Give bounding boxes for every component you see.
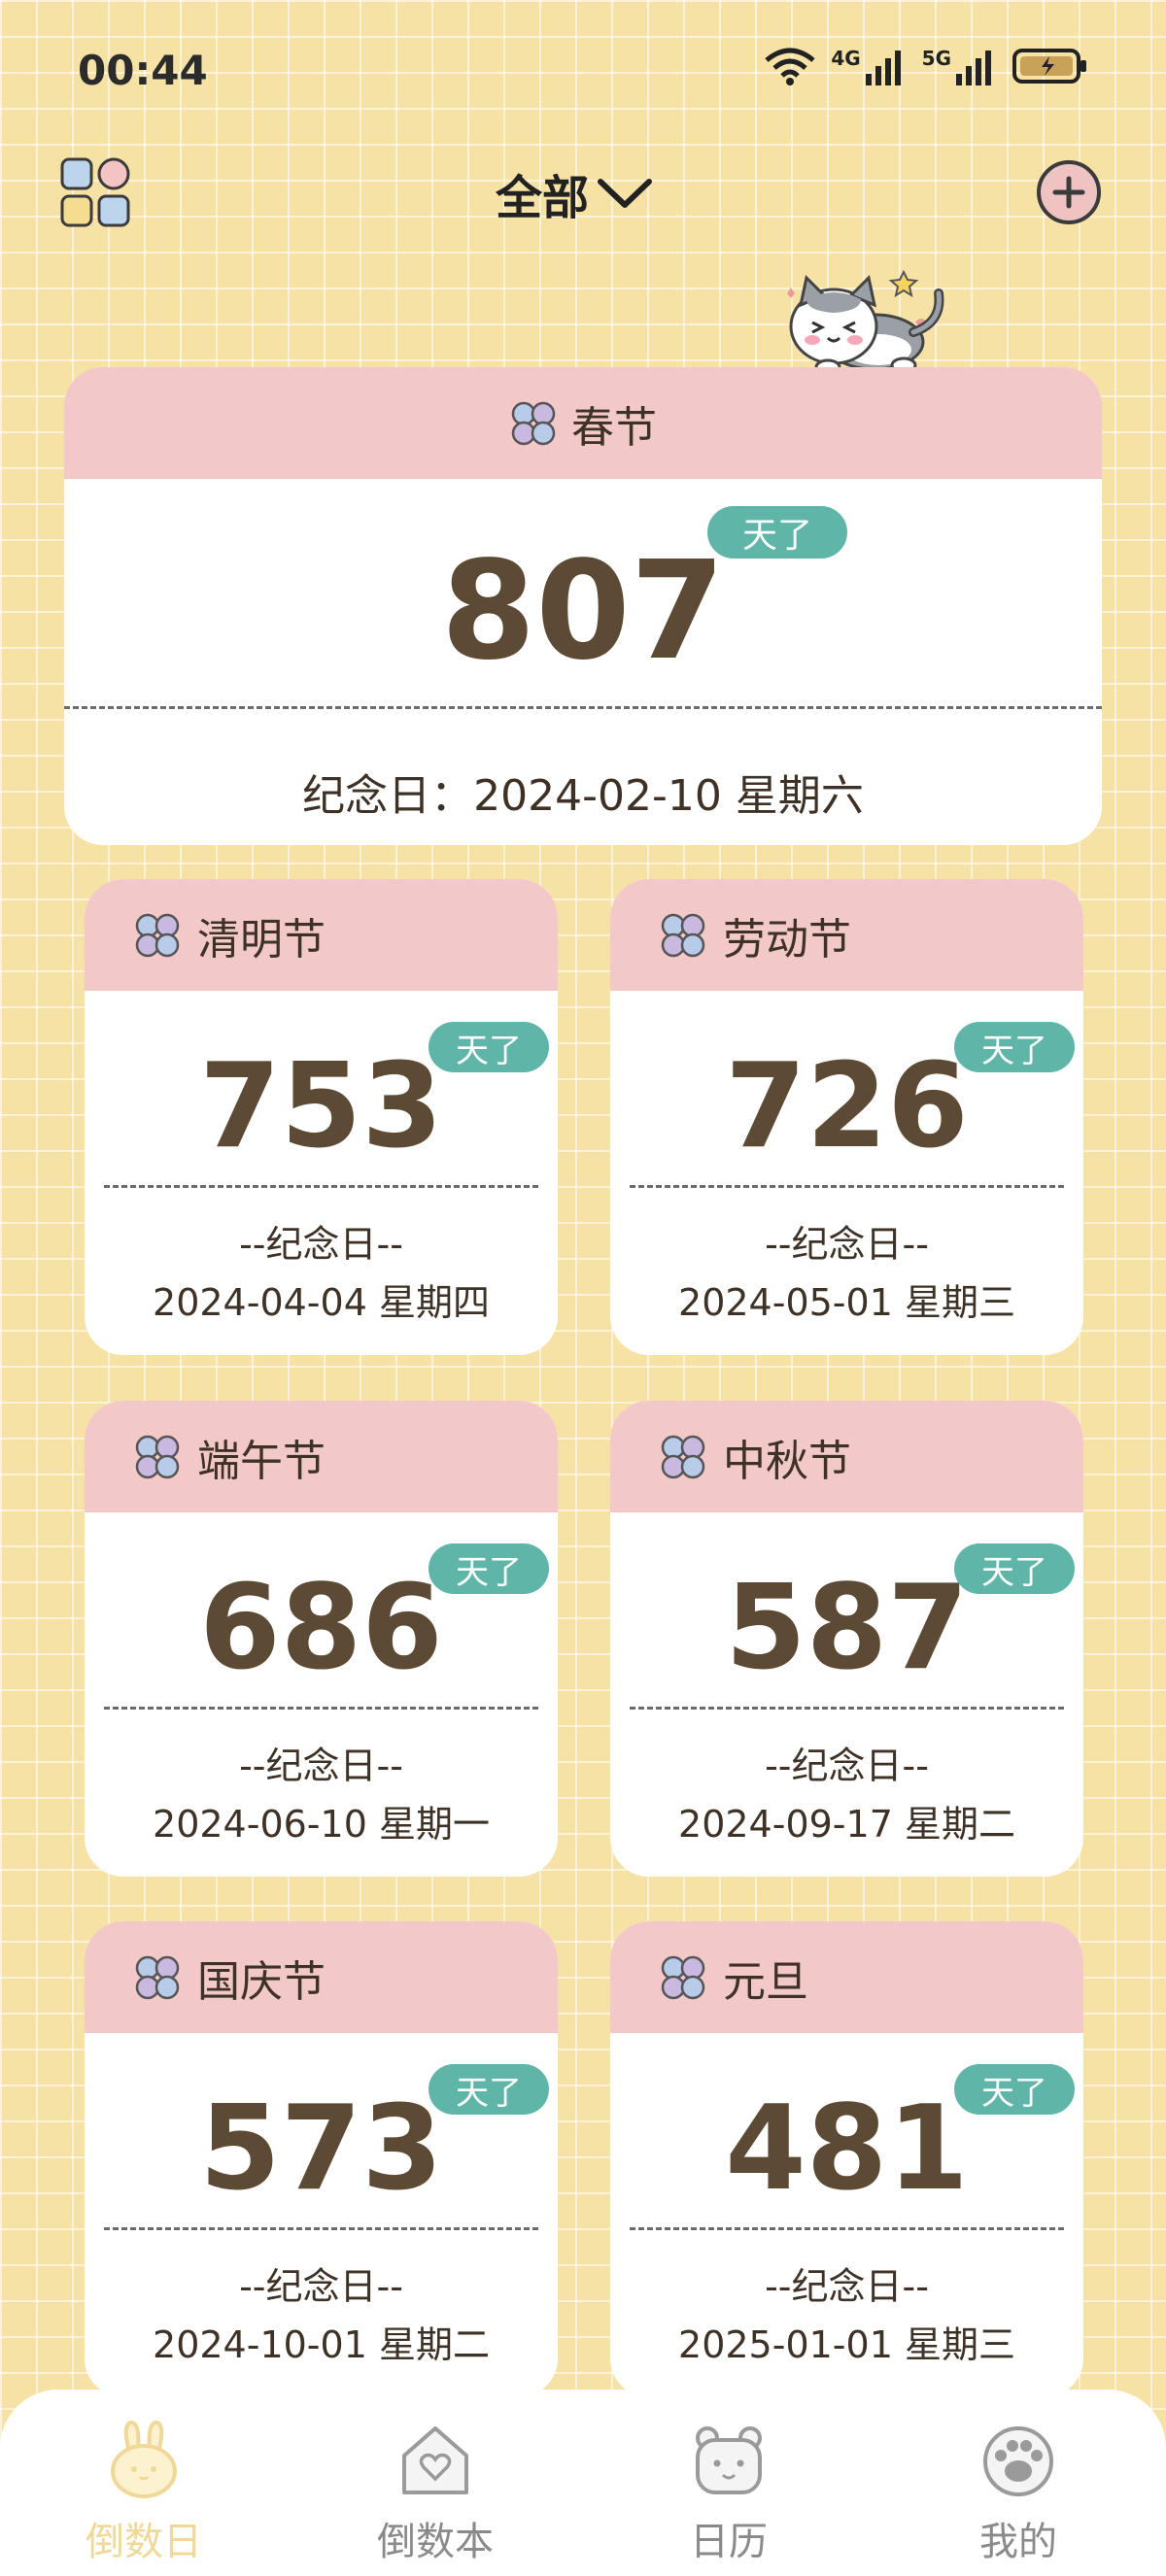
plus-icon xyxy=(1037,160,1101,224)
event-card[interactable]: 元旦 481 天了 --纪念日-- 2025-01-01 星期三 xyxy=(610,1921,1083,2397)
status-time: 00:44 xyxy=(78,47,208,94)
days-unit-badge: 天了 xyxy=(954,1543,1075,1594)
memo-date: 2024-05-01 星期三 xyxy=(678,1281,1015,1324)
wifi-icon xyxy=(765,48,815,85)
add-event-button[interactable] xyxy=(1036,159,1102,225)
event-name: 清明节 xyxy=(197,914,326,965)
days-unit-badge: 天了 xyxy=(429,1022,549,1072)
memo-date: 2024-06-10 星期一 xyxy=(153,1803,490,1846)
days-unit-badge: 天了 xyxy=(429,1543,549,1594)
clover-icon xyxy=(135,913,180,957)
chevron-down-icon xyxy=(598,179,653,208)
memo-date: 2025-01-01 星期三 xyxy=(678,2323,1015,2366)
grid-icon xyxy=(60,157,130,227)
category-grid-button[interactable] xyxy=(58,155,132,229)
event-card[interactable]: 中秋节 587 天了 --纪念日-- 2024-09-17 星期二 xyxy=(610,1401,1083,1877)
clover-icon xyxy=(661,913,705,957)
nav-label: 我的 xyxy=(979,2520,1057,2564)
signal-4g-label: 4G xyxy=(831,47,861,70)
event-card[interactable]: 清明节 753 天了 --纪念日-- 2024-04-04 星期四 xyxy=(85,879,558,1355)
status-bar: 00:44 4G 5G xyxy=(0,0,1166,146)
clover-icon xyxy=(661,1435,705,1478)
clover-icon xyxy=(135,1435,180,1478)
event-card-header: 中秋节 xyxy=(610,1401,1083,1512)
days-unit-badge: 天了 xyxy=(429,2064,549,2115)
memo-label: --纪念日-- xyxy=(239,1223,403,1266)
featured-event-name: 春节 xyxy=(571,402,657,453)
event-name: 国庆节 xyxy=(197,1956,326,2007)
house-heart-icon xyxy=(402,2426,468,2494)
nav-item-profile[interactable]: 我的 xyxy=(921,2419,1115,2566)
event-name: 中秋节 xyxy=(723,1436,851,1486)
memo-date: 2024-09-17 星期二 xyxy=(678,1803,1015,1846)
event-card[interactable]: 劳动节 726 天了 --纪念日-- 2024-05-01 星期三 xyxy=(610,879,1083,1355)
category-title: 全部 xyxy=(496,171,590,225)
event-card-header: 国庆节 xyxy=(85,1921,558,2033)
bunny-icon xyxy=(111,2420,177,2498)
featured-event-header: 春节 xyxy=(64,367,1102,479)
nav-item-countdown[interactable]: 倒数日 xyxy=(47,2419,241,2566)
top-bar: 全部 xyxy=(0,146,1166,243)
memo-date: 2024-10-01 星期二 xyxy=(153,2323,490,2366)
memo-label: --纪念日-- xyxy=(765,2265,929,2308)
divider xyxy=(104,2227,538,2230)
nav-item-calendar[interactable]: 日历 xyxy=(632,2419,826,2566)
featured-days-unit-badge: 天了 xyxy=(707,506,847,559)
memo-date: 2024-04-04 星期四 xyxy=(153,1281,490,1324)
featured-event-card[interactable]: 春节 807 天了 纪念日：2024-02-10 星期六 xyxy=(64,367,1102,845)
memo-label: --纪念日-- xyxy=(239,1745,403,1787)
days-unit-badge: 天了 xyxy=(954,2064,1075,2115)
bottom-nav: 倒数日 倒数本 日历 我的 xyxy=(0,2390,1166,2576)
nav-label: 日历 xyxy=(690,2520,768,2564)
memo-label: --纪念日-- xyxy=(765,1223,929,1266)
days-unit-badge: 天了 xyxy=(954,1022,1075,1072)
category-dropdown[interactable]: 全部 xyxy=(496,159,655,227)
paw-icon xyxy=(983,2426,1053,2496)
nav-label: 倒数本 xyxy=(377,2520,494,2564)
clover-icon xyxy=(135,1955,180,1999)
divider xyxy=(630,1707,1064,1710)
divider xyxy=(630,2227,1064,2230)
divider xyxy=(64,706,1102,709)
event-card[interactable]: 国庆节 573 天了 --纪念日-- 2024-10-01 星期二 xyxy=(85,1921,558,2397)
event-card-header: 端午节 xyxy=(85,1401,558,1512)
divider xyxy=(104,1707,538,1710)
event-name: 端午节 xyxy=(197,1436,326,1486)
event-name: 元旦 xyxy=(723,1956,808,2007)
signal-5g-icon: 5G xyxy=(922,47,999,85)
clover-icon xyxy=(661,1955,705,1999)
divider xyxy=(104,1185,538,1188)
divider xyxy=(630,1185,1064,1188)
memo-label: --纪念日-- xyxy=(239,2265,403,2308)
event-card[interactable]: 端午节 686 天了 --纪念日-- 2024-06-10 星期一 xyxy=(85,1401,558,1877)
featured-memo-date: 纪念日：2024-02-10 星期六 xyxy=(302,771,864,821)
event-name: 劳动节 xyxy=(723,914,851,965)
nav-label: 倒数日 xyxy=(86,2520,202,2564)
signal-5g-label: 5G xyxy=(921,47,951,70)
signal-4g-icon: 4G xyxy=(831,47,908,85)
event-card-header: 元旦 xyxy=(610,1921,1083,2033)
memo-label: --纪念日-- xyxy=(765,1745,929,1787)
featured-days-count: 807 xyxy=(440,532,726,691)
battery-icon xyxy=(1012,49,1086,84)
nav-item-books[interactable]: 倒数本 xyxy=(338,2419,532,2566)
clover-icon xyxy=(511,401,556,445)
event-card-header: 劳动节 xyxy=(610,879,1083,991)
bear-calendar-icon xyxy=(696,2426,762,2494)
status-icons: 4G 5G xyxy=(763,47,1088,85)
event-card-header: 清明节 xyxy=(85,879,558,991)
